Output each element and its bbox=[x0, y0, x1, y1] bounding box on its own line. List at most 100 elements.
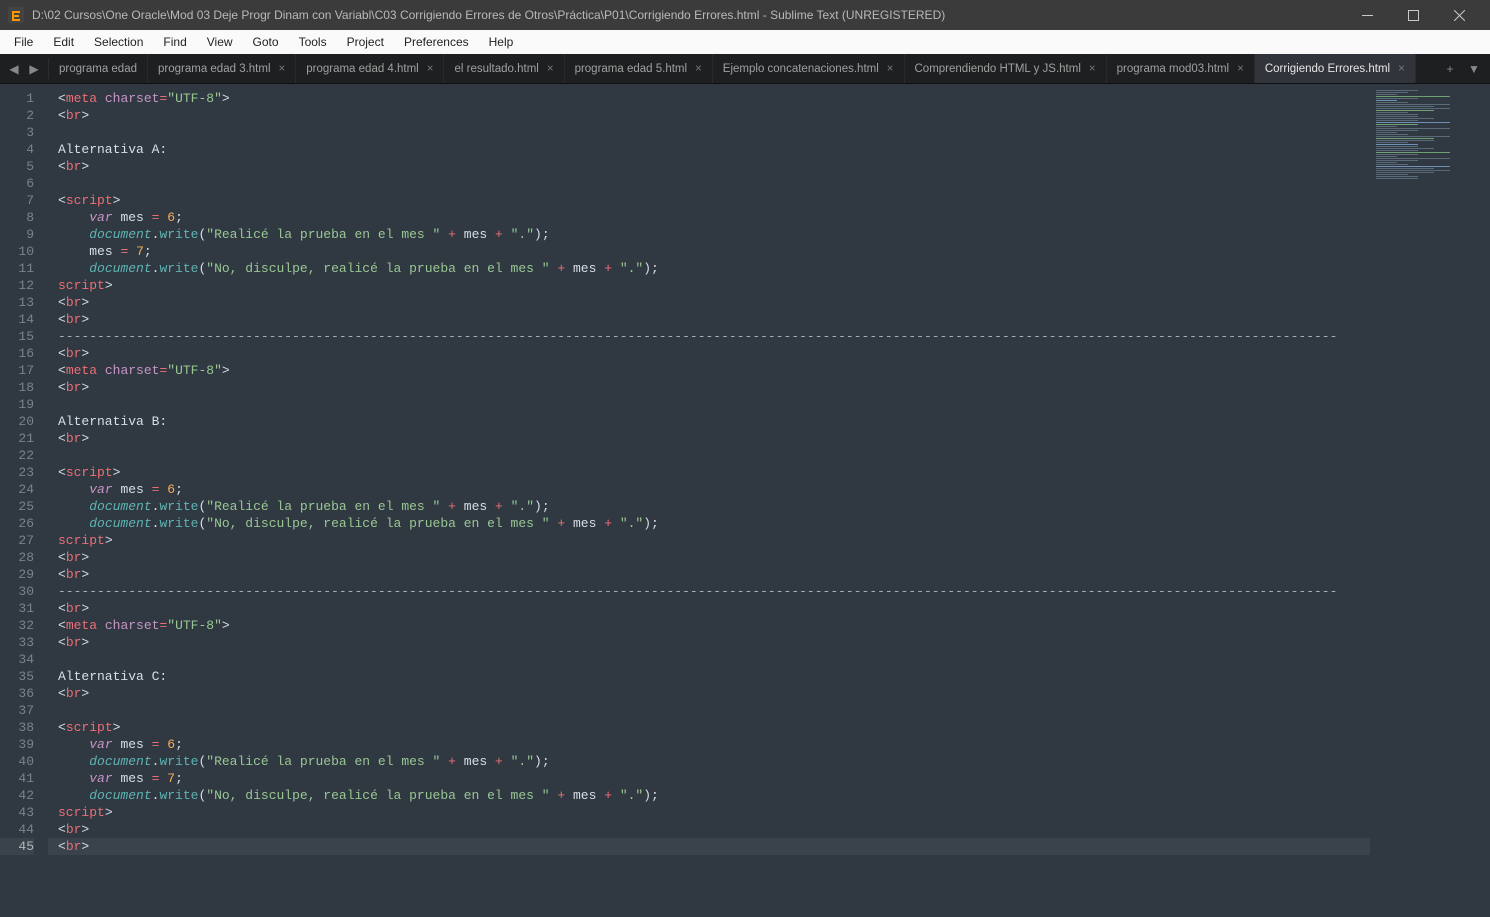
tab-close-icon[interactable]: × bbox=[427, 63, 434, 75]
tab-close-icon[interactable]: × bbox=[1237, 63, 1244, 75]
keyword-var: var bbox=[89, 210, 112, 225]
code-line: <br> bbox=[48, 821, 1370, 838]
code-line: <meta charset="UTF-8"> bbox=[48, 362, 1370, 379]
code-line: <br> bbox=[48, 600, 1370, 617]
tab-4[interactable]: programa edad 5.html× bbox=[565, 54, 713, 83]
token: > bbox=[81, 822, 89, 837]
minimap-line bbox=[1376, 164, 1408, 165]
minimap-line bbox=[1376, 132, 1397, 133]
tab-close-icon[interactable]: × bbox=[887, 63, 894, 75]
code-line: <meta charset="UTF-8"> bbox=[48, 90, 1370, 107]
token: < bbox=[58, 720, 66, 735]
token: = bbox=[152, 482, 160, 497]
token: 7 bbox=[167, 771, 175, 786]
string-literal: "Realicé la prueba en el mes " bbox=[206, 227, 440, 242]
tab-6[interactable]: Comprendiendo HTML y JS.html× bbox=[905, 54, 1107, 83]
tab-8[interactable]: Corrigiendo Errores.html × bbox=[1255, 54, 1416, 83]
tab-close-icon[interactable]: × bbox=[547, 63, 554, 75]
minimize-button[interactable] bbox=[1344, 0, 1390, 30]
object: document bbox=[89, 754, 151, 769]
menu-preferences[interactable]: Preferences bbox=[394, 32, 479, 52]
token: ) bbox=[534, 227, 542, 242]
minimap-line bbox=[1376, 134, 1408, 135]
tag-name: br bbox=[66, 108, 82, 123]
menu-edit[interactable]: Edit bbox=[43, 32, 84, 52]
tab-close-icon[interactable]: × bbox=[279, 63, 286, 75]
token: ; bbox=[542, 499, 550, 514]
maximize-button[interactable] bbox=[1390, 0, 1436, 30]
string-literal: "." bbox=[511, 227, 534, 242]
code-line: <script> bbox=[48, 464, 1370, 481]
line-number: 33 bbox=[0, 634, 34, 651]
token: mes bbox=[120, 737, 143, 752]
line-number: 32 bbox=[0, 617, 34, 634]
object: document bbox=[89, 788, 151, 803]
token: ; bbox=[144, 244, 152, 259]
menu-goto[interactable]: Goto bbox=[243, 32, 289, 52]
method: write bbox=[159, 788, 198, 803]
menu-project[interactable]: Project bbox=[337, 32, 394, 52]
tab-close-icon[interactable]: × bbox=[695, 63, 702, 75]
minimap-line bbox=[1376, 142, 1408, 143]
attr-name: charset bbox=[105, 363, 160, 378]
tab-3[interactable]: el resultado.html × bbox=[444, 54, 564, 83]
tab-0[interactable]: programa edad bbox=[49, 54, 148, 83]
tab-label: Corrigiendo Errores.html bbox=[1265, 63, 1390, 75]
code-line: <br> bbox=[48, 838, 1370, 855]
token: mes bbox=[573, 261, 596, 276]
token: > bbox=[81, 295, 89, 310]
line-number: 16 bbox=[0, 345, 34, 362]
tab-close-icon[interactable]: × bbox=[1089, 63, 1096, 75]
tab-label: programa edad bbox=[59, 63, 137, 75]
menu-file[interactable]: File bbox=[4, 32, 43, 52]
tab-dropdown-icon[interactable]: ▼ bbox=[1466, 61, 1482, 77]
code-line: Alternativa A: bbox=[48, 141, 1370, 158]
token: mes bbox=[120, 771, 143, 786]
tab-1[interactable]: programa edad 3.html× bbox=[148, 54, 296, 83]
tab-label: programa mod03.html bbox=[1117, 63, 1230, 75]
code-line: <br> bbox=[48, 549, 1370, 566]
tab-2[interactable]: programa edad 4.html× bbox=[296, 54, 444, 83]
token: > bbox=[222, 363, 230, 378]
menu-view[interactable]: View bbox=[197, 32, 243, 52]
token: = bbox=[152, 737, 160, 752]
token: > bbox=[81, 159, 89, 174]
token: > bbox=[105, 278, 113, 293]
line-number-gutter[interactable]: 1234567891011121314151617181920212223242… bbox=[0, 84, 48, 917]
token: ) bbox=[534, 499, 542, 514]
alt-heading: Alternativa A: bbox=[58, 142, 167, 157]
tab-label: el resultado.html bbox=[454, 63, 538, 75]
tag-name: meta bbox=[66, 91, 97, 106]
new-tab-button[interactable]: + bbox=[1442, 61, 1458, 77]
tab-bar: ◀ ▶ programa edadprograma edad 3.html×pr… bbox=[0, 54, 1490, 84]
code-line: <br> bbox=[48, 345, 1370, 362]
minimap[interactable] bbox=[1370, 84, 1490, 917]
tab-5[interactable]: Ejemplo concatenaciones.html× bbox=[713, 54, 905, 83]
menu-help[interactable]: Help bbox=[479, 32, 524, 52]
minimap-line bbox=[1376, 94, 1397, 95]
token: < bbox=[58, 465, 66, 480]
nav-back-icon[interactable]: ◀ bbox=[6, 61, 22, 77]
close-button[interactable] bbox=[1436, 0, 1482, 30]
line-number: 26 bbox=[0, 515, 34, 532]
menu-selection[interactable]: Selection bbox=[84, 32, 153, 52]
code-area[interactable]: <meta charset="UTF-8"><br>Alternativa A:… bbox=[48, 84, 1370, 917]
tag-name: br bbox=[66, 839, 82, 854]
tab-7[interactable]: programa mod03.html × bbox=[1107, 54, 1255, 83]
token: < bbox=[58, 159, 66, 174]
method: write bbox=[159, 516, 198, 531]
menu-tools[interactable]: Tools bbox=[289, 32, 337, 52]
token: + bbox=[448, 754, 456, 769]
code-line: <br> bbox=[48, 566, 1370, 583]
menu-find[interactable]: Find bbox=[153, 32, 196, 52]
line-number: 35 bbox=[0, 668, 34, 685]
token: > bbox=[81, 686, 89, 701]
line-number: 4 bbox=[0, 141, 34, 158]
line-number: 30 bbox=[0, 583, 34, 600]
token: < bbox=[58, 686, 66, 701]
tag-name: br bbox=[66, 550, 82, 565]
nav-forward-icon[interactable]: ▶ bbox=[26, 61, 42, 77]
tag-name: br bbox=[66, 822, 82, 837]
tab-close-icon[interactable]: × bbox=[1398, 63, 1405, 75]
tag-name: br bbox=[66, 601, 82, 616]
